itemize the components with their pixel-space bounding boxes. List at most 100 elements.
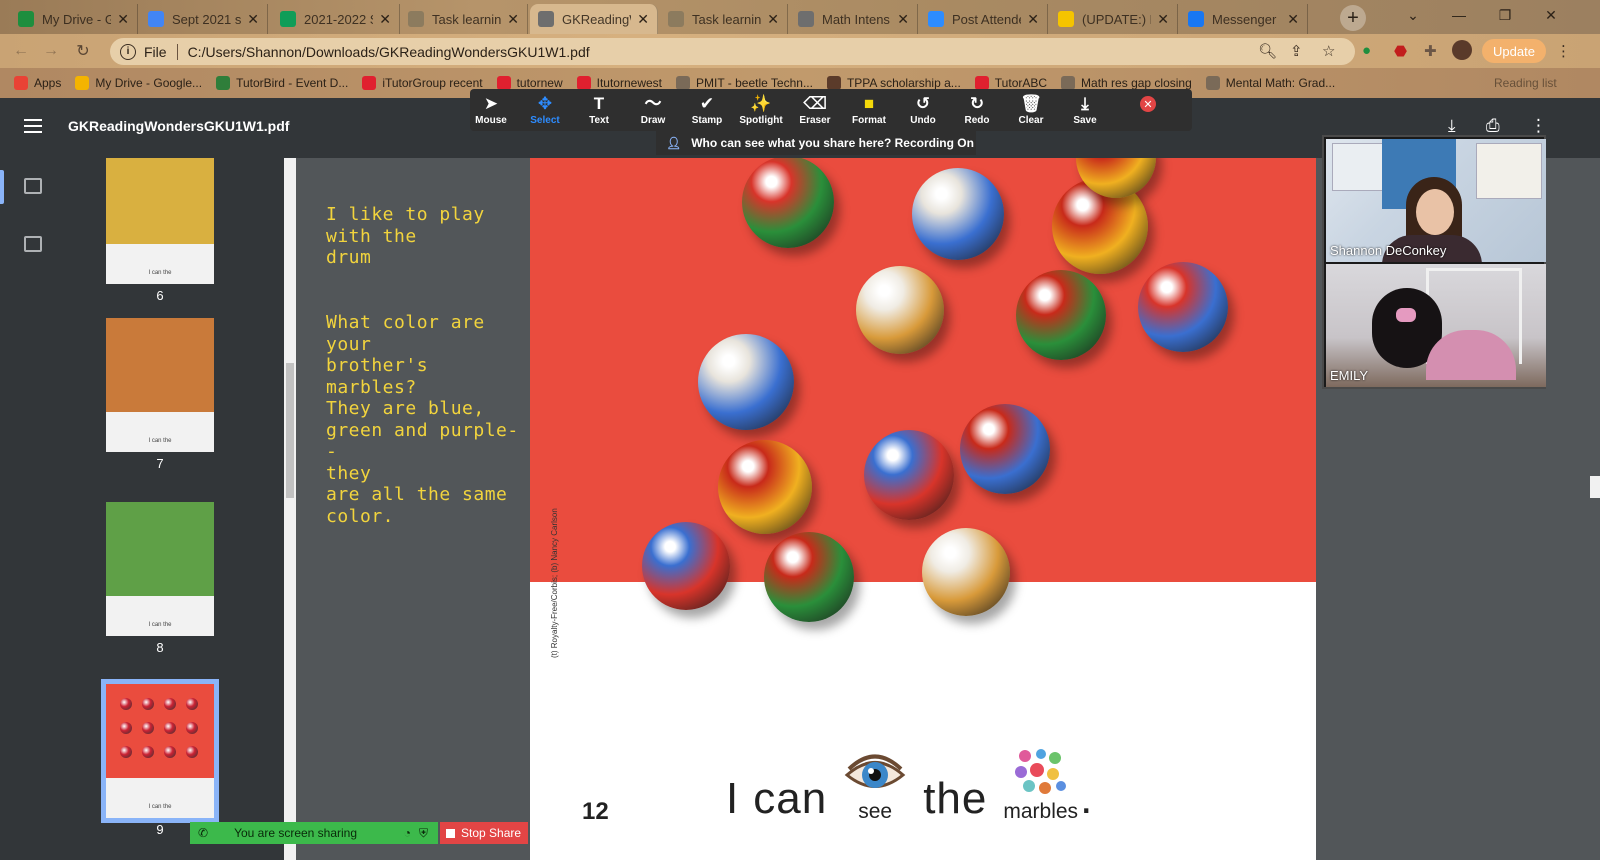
url-text[interactable]: C:/Users/Shannon/Downloads/GKReadingWond… [188, 44, 590, 60]
bookmark-item[interactable]: TutorBird - Event D... [216, 76, 348, 90]
close-tab-icon[interactable]: ✕ [1287, 11, 1299, 28]
browser-tab[interactable]: 2021-2022 S ✕ [272, 4, 400, 34]
zoom-tool-format[interactable]: ■ Format [842, 89, 896, 131]
page-thumbnail[interactable]: I can the [101, 679, 219, 823]
zoom-magnifier-icon[interactable]: 🔍︎ [1258, 42, 1277, 60]
thumbnails-view-icon[interactable] [24, 178, 42, 194]
download-icon[interactable]: ⤓ [1448, 116, 1456, 136]
tab-search-icon[interactable]: ⌄ [1390, 0, 1436, 30]
close-tab-icon[interactable]: ✕ [117, 11, 129, 28]
bookmark-item[interactable]: My Drive - Google... [75, 76, 202, 90]
text-icon: T [593, 93, 605, 113]
close-tab-icon[interactable]: ✕ [1157, 11, 1169, 28]
restore-icon[interactable]: ❐ [1482, 0, 1528, 30]
note-drum: I like to play with the drum [326, 204, 485, 268]
bookmark-item[interactable]: PMIT - beetle Techn... [676, 76, 813, 90]
zoom-tool-mouse[interactable]: ➤ Mouse [464, 89, 518, 131]
close-tab-icon[interactable]: ✕ [767, 11, 779, 28]
browser-tab[interactable]: Task learning ✕ [660, 4, 788, 34]
bookmark-item[interactable]: Math res gap closing [1061, 76, 1192, 90]
info-icon[interactable]: i [120, 43, 136, 60]
zoom-tool-draw[interactable]: 〜 Draw [626, 89, 680, 131]
browser-tab[interactable]: Math Intens ✕ [790, 4, 918, 34]
browser-tab[interactable]: Post Attende ✕ [920, 4, 1048, 34]
browser-tab[interactable]: My Drive - G ✕ [10, 4, 138, 34]
scrollbar-thumb[interactable] [1590, 476, 1600, 498]
profile-avatar[interactable] [1452, 40, 1472, 60]
document-scrollbar[interactable] [1588, 158, 1600, 860]
more-options-icon[interactable]: ⋮ [1530, 116, 1547, 136]
bookmark-item[interactable]: iTutorGroup recent [362, 76, 483, 90]
thumbnail-marble [186, 698, 198, 710]
close-tab-icon[interactable]: ✕ [379, 11, 391, 28]
minimize-icon[interactable]: — [1436, 0, 1482, 30]
bookmark-favicon-icon [216, 76, 231, 90]
marble [764, 532, 854, 622]
chrome-menu-icon[interactable]: ⋮ [1556, 42, 1571, 60]
close-tab-icon[interactable]: ✕ [247, 11, 259, 28]
browser-tab[interactable]: Sept 2021 sc ✕ [140, 4, 268, 34]
marbles-icon [1014, 749, 1066, 794]
page-thumbnail[interactable]: I can the [106, 158, 214, 284]
ublock-icon[interactable]: ⬣ [1394, 42, 1407, 60]
marble [698, 334, 794, 430]
word-the: the [923, 774, 988, 823]
recording-banner[interactable]: 👤︎ Who can see what you share here? Reco… [656, 131, 976, 155]
bookmark-item[interactable]: Itutornewest [576, 76, 662, 90]
back-icon[interactable]: ← [10, 40, 32, 62]
pdf-title: GKReadingWondersGKU1W1.pdf [68, 118, 290, 134]
thumbnail-marble [120, 746, 132, 758]
video-shannon[interactable]: Shannon DeConkey [1326, 139, 1546, 262]
rebus-sentence: I can see the marbles . [726, 746, 1093, 824]
zoom-tool-redo[interactable]: ↻ Redo [950, 89, 1004, 131]
address-bar[interactable]: i File C:/Users/Shannon/Downloads/GKRead… [110, 38, 1355, 65]
close-tab-icon[interactable]: ✕ [637, 11, 649, 28]
stop-share-button[interactable]: Stop Share [440, 822, 528, 844]
browser-tab[interactable]: GKReadingW ✕ [530, 4, 658, 34]
reading-list-button[interactable]: Reading list [1494, 76, 1557, 90]
zoom-tool-select[interactable]: ✥ Select [518, 89, 572, 131]
zoom-tool-save[interactable]: ⤓ Save [1058, 89, 1112, 131]
bookmark-item[interactable]: TPPA scholarship a... [826, 76, 961, 90]
marble [960, 404, 1050, 494]
bookmark-star-icon[interactable]: ☆ [1322, 42, 1335, 60]
zoom-tool-spotlight[interactable]: ✨ Spotlight [734, 89, 788, 131]
zoom-tool-clear[interactable]: 🗑 Clear [1004, 89, 1058, 131]
browser-tab[interactable]: Task learning ✕ [400, 4, 528, 34]
close-annotation-icon[interactable]: ✕ [1140, 96, 1156, 112]
page-thumbnail[interactable]: I can the [106, 502, 214, 636]
reload-icon[interactable]: ↻ [72, 40, 94, 62]
thumbnail-scrollbar[interactable] [284, 158, 296, 860]
zoom-tool-stamp[interactable]: ✔ Stamp [680, 89, 734, 131]
bookmark-item[interactable]: tutornew [496, 76, 563, 90]
extension-icon[interactable]: ● [1362, 42, 1371, 59]
close-tab-icon[interactable]: ✕ [897, 11, 909, 28]
zoom-tool-undo[interactable]: ↺ Undo [896, 89, 950, 131]
scrollbar-thumb[interactable] [286, 363, 294, 498]
tab-title: Task learning [432, 11, 502, 27]
video-emily[interactable]: EMILY [1326, 264, 1546, 387]
bookmark-item[interactable]: Apps [14, 76, 61, 90]
forward-icon[interactable]: → [40, 40, 62, 62]
share-icon[interactable]: ⇪ [1290, 42, 1303, 60]
menu-icon[interactable] [24, 119, 42, 133]
puzzle-icon[interactable]: ✚ [1424, 42, 1437, 60]
photo-credit: (t) Royalty-Free/Corbis; (b) Nancy Carls… [550, 508, 559, 658]
zoom-icon [928, 11, 944, 27]
close-tab-icon[interactable]: ✕ [1027, 11, 1039, 28]
new-tab-button[interactable]: + [1340, 5, 1366, 31]
bookmark-item[interactable]: TutorABC [974, 76, 1047, 90]
bookmark-item[interactable]: Mental Math: Grad... [1205, 76, 1336, 90]
browser-tab[interactable]: Messenger | ✕ [1180, 4, 1308, 34]
outline-view-icon[interactable] [24, 236, 42, 252]
close-tab-icon[interactable]: ✕ [507, 11, 519, 28]
bookmark-label: Mental Math: Grad... [1225, 76, 1336, 90]
page-thumbnail[interactable]: I can the [106, 318, 214, 452]
tab-title: Messenger | [1212, 11, 1282, 27]
zoom-tool-eraser[interactable]: ⌫ Eraser [788, 89, 842, 131]
print-icon[interactable]: ⎙ [1486, 116, 1500, 136]
browser-tab[interactable]: (UPDATE:) N ✕ [1050, 4, 1178, 34]
close-window-icon[interactable]: ✕ [1528, 0, 1574, 30]
zoom-tool-text[interactable]: T Text [572, 89, 626, 131]
update-button[interactable]: Update [1482, 39, 1546, 63]
